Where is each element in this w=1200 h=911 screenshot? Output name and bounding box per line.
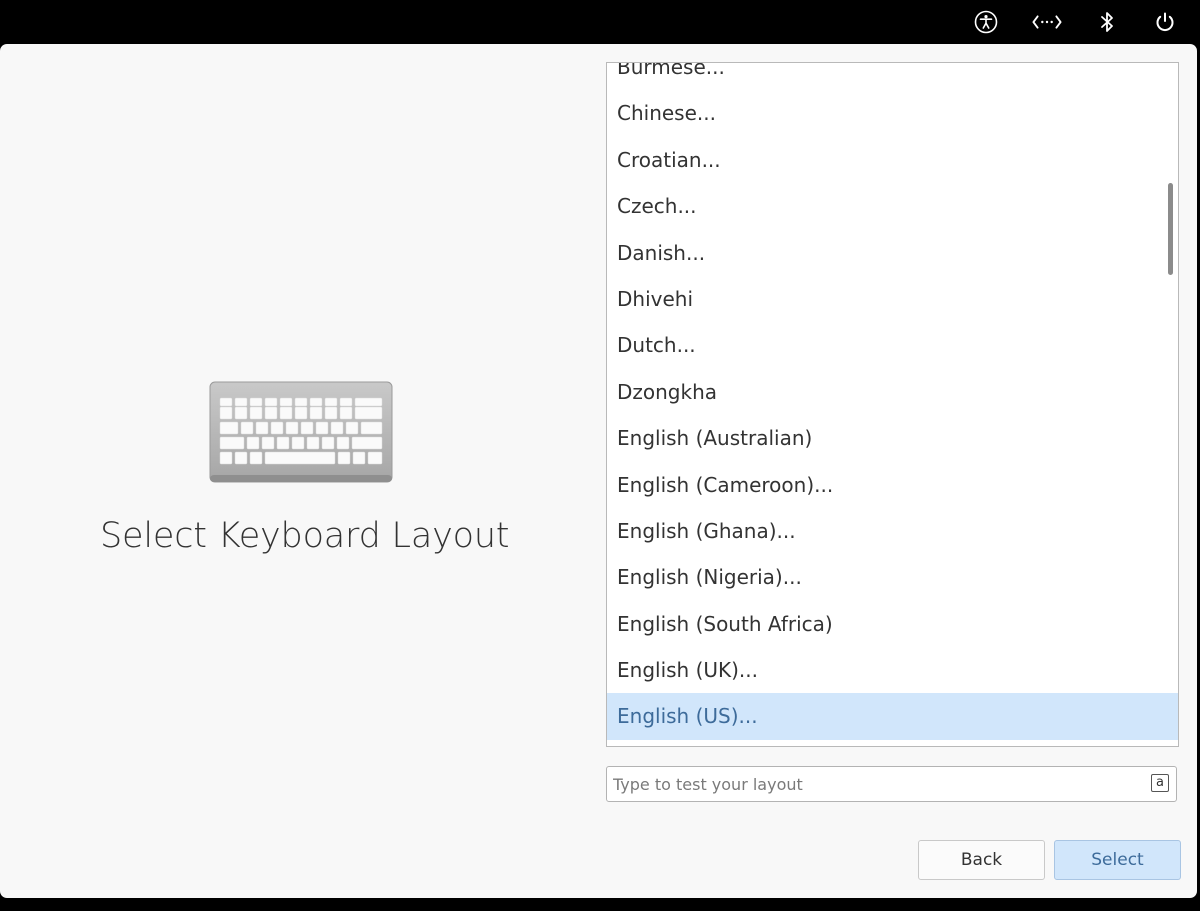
network-icon[interactable] [1032,7,1062,37]
page-title: Select Keyboard Layout [100,516,510,556]
layout-test-field[interactable]: a [606,766,1177,802]
layout-list-item[interactable]: English (UK)... [607,647,1178,693]
layout-list-item[interactable]: English (US)... [607,693,1178,740]
layout-list-item[interactable]: English (Ghana)... [607,508,1178,554]
installer-window: Select Keyboard Layout Burmese... Chinese… [0,44,1197,898]
select-button[interactable]: Select [1054,840,1181,880]
layout-test-input[interactable] [613,767,1133,801]
keyboard-icon [209,381,393,483]
layout-list-item[interactable]: Dutch... [607,322,1178,368]
bluetooth-icon[interactable] [1092,7,1122,37]
back-button[interactable]: Back [918,840,1045,880]
keyboard-indicator-icon[interactable]: a [1151,774,1169,792]
top-panel [0,0,1200,44]
layout-list-item[interactable]: English (Cameroon)... [607,462,1178,508]
layout-list-item[interactable]: Croatian... [607,137,1178,183]
layout-list-item[interactable]: Chinese... [607,90,1178,136]
power-icon[interactable] [1150,7,1180,37]
layout-list-item[interactable]: Czech... [607,183,1178,229]
list-scrollbar[interactable] [1168,183,1173,275]
layout-list-item[interactable]: Burmese... [607,63,1178,90]
layout-list-item[interactable]: Dhivehi [607,276,1178,322]
layout-list-item[interactable]: English (Nigeria)... [607,554,1178,600]
accessibility-icon[interactable] [971,7,1001,37]
layout-list-item[interactable]: Dzongkha [607,369,1178,415]
layout-list-item[interactable]: Danish... [607,230,1178,276]
layout-list-item[interactable]: English (South Africa) [607,601,1178,647]
keyboard-layout-list[interactable]: Burmese... Chinese... Croatian... Czech... D… [606,62,1179,747]
layout-list-item[interactable]: English (Australian) [607,415,1178,461]
layout-list-items: Burmese... Chinese... Croatian... Czech... D… [607,63,1178,740]
